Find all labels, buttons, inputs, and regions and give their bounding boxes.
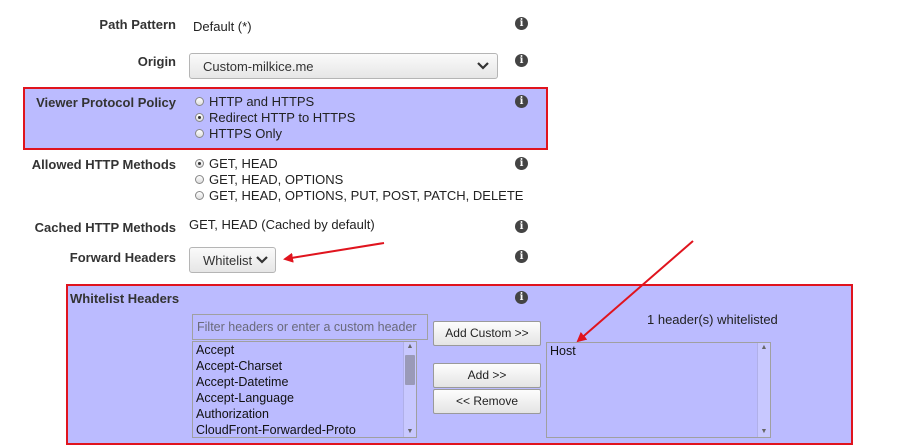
radio-button[interactable] xyxy=(195,191,204,200)
whitelisted-header-item[interactable]: Host xyxy=(547,343,770,359)
annotation-arrow-forward-headers xyxy=(283,242,385,263)
radio-button-checked[interactable] xyxy=(195,159,204,168)
scrollbar-thumb[interactable] xyxy=(405,355,415,385)
info-icon[interactable]: i xyxy=(515,54,528,67)
cached-http-methods-value: GET, HEAD (Cached by default) xyxy=(189,217,375,232)
scrollbar[interactable]: ▲ ▼ xyxy=(757,343,770,437)
forward-headers-select[interactable]: Whitelist xyxy=(189,247,276,273)
origin-selected-value: Custom-milkice.me xyxy=(203,58,314,74)
info-icon[interactable]: i xyxy=(515,291,528,304)
radio-http-and-https[interactable]: HTTP and HTTPS xyxy=(195,94,314,109)
available-headers-list[interactable]: Accept Accept-Charset Accept-Datetime Accep… xyxy=(192,341,417,438)
radio-button[interactable] xyxy=(195,129,204,138)
available-header-item[interactable]: Authorization xyxy=(193,406,416,422)
remove-button[interactable]: << Remove xyxy=(433,389,541,414)
radio-https-only[interactable]: HTTPS Only xyxy=(195,126,282,141)
info-icon[interactable]: i xyxy=(515,250,528,263)
available-header-item[interactable]: CloudFront-Forwarded-Proto xyxy=(193,422,416,437)
radio-all-methods[interactable]: GET, HEAD, OPTIONS, PUT, POST, PATCH, DE… xyxy=(195,188,523,203)
chevron-down-icon xyxy=(256,256,268,264)
add-custom-button[interactable]: Add Custom >> xyxy=(433,321,541,346)
origin-select[interactable]: Custom-milkice.me xyxy=(189,53,498,79)
scroll-down-icon[interactable]: ▼ xyxy=(404,427,416,437)
info-icon[interactable]: i xyxy=(515,220,528,233)
info-icon[interactable]: i xyxy=(515,17,528,30)
whitelisted-headers-list[interactable]: Host ▲ ▼ xyxy=(546,342,771,438)
radio-button[interactable] xyxy=(195,97,204,106)
chevron-down-icon xyxy=(477,62,489,70)
available-header-item[interactable]: Accept-Language xyxy=(193,390,416,406)
scroll-up-icon[interactable]: ▲ xyxy=(758,343,770,353)
info-icon[interactable]: i xyxy=(515,157,528,170)
radio-redirect-http-to-https[interactable]: Redirect HTTP to HTTPS xyxy=(195,110,355,125)
path-pattern-label: Path Pattern xyxy=(99,17,176,32)
forward-headers-label: Forward Headers xyxy=(69,250,176,265)
scrollbar[interactable]: ▲ ▼ xyxy=(403,342,416,437)
filter-headers-input[interactable] xyxy=(192,314,428,340)
origin-label: Origin xyxy=(137,54,176,69)
path-pattern-value: Default (*) xyxy=(193,19,252,34)
radio-button-checked[interactable] xyxy=(195,113,204,122)
cached-http-methods-label: Cached HTTP Methods xyxy=(34,220,176,235)
available-header-item[interactable]: Accept xyxy=(193,342,416,358)
info-icon[interactable]: i xyxy=(515,95,528,108)
available-header-item[interactable]: Accept-Datetime xyxy=(193,374,416,390)
radio-get-head-options[interactable]: GET, HEAD, OPTIONS xyxy=(195,172,343,187)
viewer-protocol-policy-label: Viewer Protocol Policy xyxy=(36,95,176,110)
available-header-item[interactable]: Accept-Charset xyxy=(193,358,416,374)
whitelisted-count: 1 header(s) whitelisted xyxy=(647,312,778,327)
radio-button[interactable] xyxy=(195,175,204,184)
add-button[interactable]: Add >> xyxy=(433,363,541,388)
radio-get-head[interactable]: GET, HEAD xyxy=(195,156,278,171)
whitelist-headers-label: Whitelist Headers xyxy=(70,291,180,306)
scroll-up-icon[interactable]: ▲ xyxy=(404,342,416,352)
scroll-down-icon[interactable]: ▼ xyxy=(758,427,770,437)
forward-headers-selected-value: Whitelist xyxy=(203,252,253,268)
allowed-http-methods-label: Allowed HTTP Methods xyxy=(31,157,176,172)
